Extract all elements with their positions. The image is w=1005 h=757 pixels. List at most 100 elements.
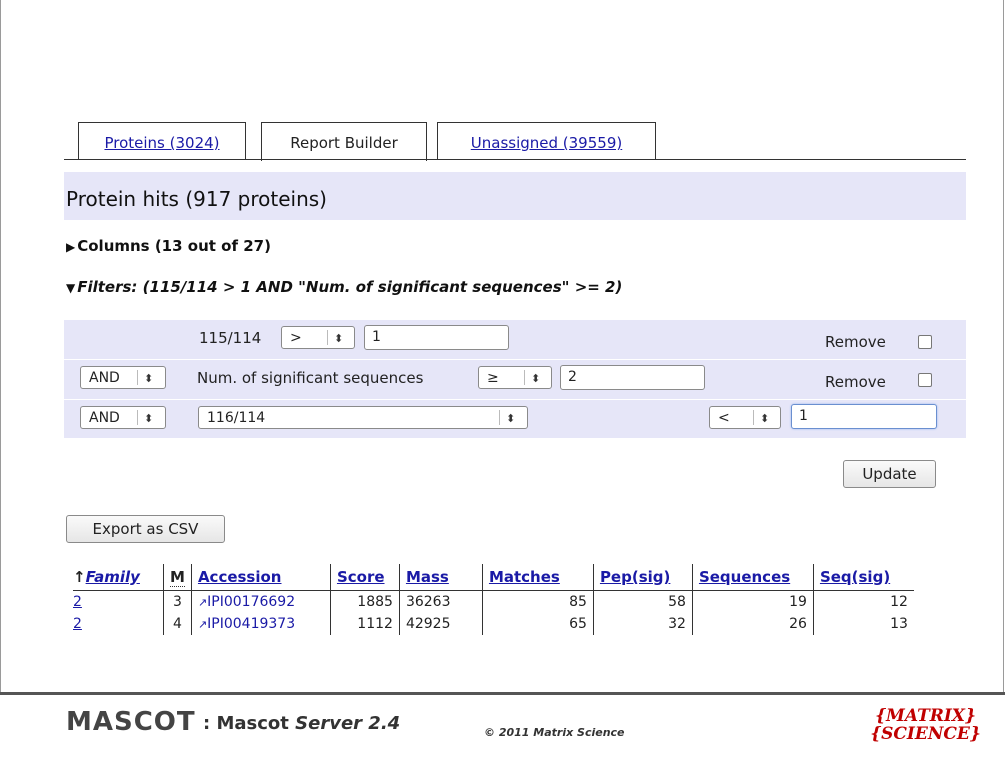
col-accession[interactable]: Accession [190,564,331,591]
columns-toggle-label: Columns (13 out of 27) [77,237,271,255]
footer-copyright: © 2011 Matrix Science [484,726,625,739]
cell-score: 1885 [329,590,400,613]
filter-row-divider [64,359,966,360]
protein-hits-table: ↑Family M Accession Score Mass Matches P… [73,564,914,635]
ms-logo-line2: {SCIENCE} [870,724,981,744]
footer-separator [0,692,1005,695]
updown-icon: ⬍ [334,332,344,345]
tab-proteins-label[interactable]: Proteins (3024) [104,134,219,152]
tab-proteins[interactable]: Proteins (3024) [78,122,246,160]
export-csv-button[interactable]: Export as CSV [66,515,225,543]
filter-2-operator-select[interactable]: ≥ ⬍ [478,366,552,389]
tab-report-builder-label: Report Builder [290,134,398,152]
filter-3-field-select[interactable]: 116/114 ⬍ [198,406,528,429]
footer-version-prefix: : Mascot [203,713,289,734]
col-accession-label[interactable]: Accession [198,568,282,586]
updown-icon: ⬍ [144,412,154,425]
filter-1-operator: > [290,330,302,346]
tab-unassigned[interactable]: Unassigned (39559) [437,122,656,160]
select-divider [327,330,328,345]
tabs-baseline [64,159,966,160]
select-divider [524,370,525,385]
page-title: Protein hits (917 proteins) [66,187,327,211]
col-pep-sig[interactable]: Pep(sig) [592,564,693,591]
filter-1-operator-select[interactable]: > ⬍ [281,326,355,349]
cell-family[interactable]: 2 [73,613,164,635]
cell-accession[interactable]: ↗IPI00419373 [190,613,331,635]
col-m: M [163,564,192,591]
columns-toggle[interactable]: ▶ Columns (13 out of 27) [66,237,271,255]
updown-icon: ⬍ [506,412,516,425]
cell-pep-sig: 58 [592,590,693,613]
filter-2-remove-checkbox[interactable] [918,373,932,387]
select-divider [137,370,138,385]
cell-score: 1112 [329,613,400,635]
external-link-icon: ↗ [197,596,208,609]
filter-2-conjunction: AND [89,370,120,386]
filter-2-operator: ≥ [487,370,499,386]
col-family-label[interactable]: Family [86,568,140,586]
cell-mass: 42925 [398,613,483,635]
select-divider [137,410,138,425]
col-sequences[interactable]: Sequences [691,564,814,591]
col-sequences-label[interactable]: Sequences [699,568,790,586]
col-family[interactable]: ↑Family [73,564,164,591]
cell-accession[interactable]: ↗IPI00176692 [190,590,331,613]
filter-1-remove-label: Remove [825,333,886,351]
col-m-label: M [170,568,185,587]
col-score-label[interactable]: Score [337,568,385,586]
cell-matches: 65 [481,613,594,635]
table-row: 2 4 ↗IPI00419373 1112 42925 65 32 26 13 [73,613,914,635]
footer-version-italic: Server 2.4 [295,713,401,734]
col-seq-sig[interactable]: Seq(sig) [812,564,914,591]
tab-report-builder[interactable]: Report Builder [261,122,427,161]
select-divider [499,410,500,425]
filter-1-value-input[interactable]: 1 [364,325,509,350]
filter-3-value-input[interactable]: 1 [791,404,937,429]
cell-seq-sig: 12 [812,590,914,613]
cell-sequences: 19 [691,590,814,613]
family-link[interactable]: 2 [73,616,82,632]
updown-icon: ⬍ [531,372,541,385]
external-link-icon: ↗ [197,618,208,631]
filter-2-remove-label: Remove [825,373,886,391]
cell-m: 4 [163,613,192,635]
select-divider [753,410,754,425]
col-pep-sig-label[interactable]: Pep(sig) [600,568,670,586]
cell-family[interactable]: 2 [73,591,164,614]
filter-3-operator-select[interactable]: < ⬍ [709,406,781,429]
col-mass[interactable]: Mass [398,564,483,591]
tab-unassigned-label[interactable]: Unassigned (39559) [471,134,622,152]
filter-3-conjunction: AND [89,410,120,426]
cell-pep-sig: 32 [592,613,693,635]
cell-sequences: 26 [691,613,814,635]
matrix-science-logo: {MATRIX} {SCIENCE} [858,707,993,747]
update-button[interactable]: Update [843,460,936,488]
updown-icon: ⬍ [144,372,154,385]
filter-row-divider [64,399,966,400]
filters-toggle-label: Filters: (115/114 > 1 AND "Num. of signi… [77,278,623,296]
filter-3-conjunction-select[interactable]: AND ⬍ [80,406,166,429]
expanded-arrow-icon: ▼ [66,281,76,295]
col-seq-sig-label[interactable]: Seq(sig) [820,568,890,586]
filters-toggle[interactable]: ▼ Filters: (115/114 > 1 AND "Num. of sign… [66,278,622,296]
filter-1-remove-checkbox[interactable] [918,335,932,349]
collapsed-arrow-icon: ▶ [66,240,76,254]
mascot-logo: MASCOT [66,707,196,737]
accession-link[interactable]: IPI00176692 [207,594,295,610]
family-link[interactable]: 2 [73,594,82,610]
accession-link[interactable]: IPI00419373 [207,616,295,632]
slide-border-left [0,0,1,692]
sort-asc-icon: ↑ [73,568,86,586]
col-matches[interactable]: Matches [481,564,594,591]
filter-2-value-input[interactable]: 2 [560,365,705,390]
col-matches-label[interactable]: Matches [489,568,560,586]
col-mass-label[interactable]: Mass [406,568,449,586]
cell-matches: 85 [481,590,594,613]
ms-logo-line1: {MATRIX} [875,706,976,726]
col-score[interactable]: Score [329,564,400,591]
filter-2-conjunction-select[interactable]: AND ⬍ [80,366,166,389]
footer-version: : Mascot Server 2.4 [203,713,400,734]
filter-3-field: 116/114 [207,410,266,426]
cell-mass: 36263 [398,590,483,613]
